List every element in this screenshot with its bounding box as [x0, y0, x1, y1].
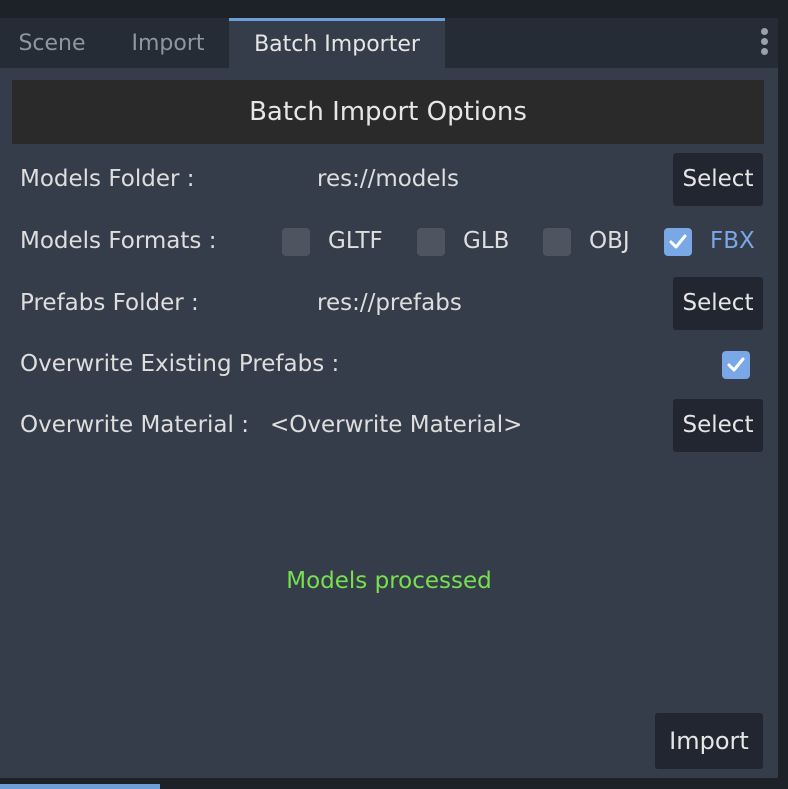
- status-message: Models processed: [286, 568, 492, 594]
- fbx-checkbox[interactable]: [664, 228, 692, 256]
- bottom-tab-indicator: [0, 784, 160, 789]
- panel-title: Batch Import Options: [12, 80, 764, 144]
- overwrite-prefabs-checkbox[interactable]: [722, 351, 750, 379]
- gltf-checkbox[interactable]: [282, 228, 310, 256]
- overwrite-material-value: <Overwrite Material>: [270, 412, 523, 438]
- overwrite-material-select-button[interactable]: Select: [673, 399, 763, 452]
- obj-checkbox[interactable]: [543, 228, 571, 256]
- batch-importer-dock: Scene Import Batch Importer Batch Import…: [0, 18, 778, 778]
- checkmark-icon: [727, 357, 745, 372]
- obj-label: OBJ: [589, 228, 630, 254]
- kebab-menu-icon[interactable]: [756, 26, 772, 60]
- gltf-label: GLTF: [328, 228, 383, 254]
- prefabs-folder-select-button[interactable]: Select: [673, 277, 763, 330]
- tab-batch-importer[interactable]: Batch Importer: [229, 18, 445, 68]
- import-button[interactable]: Import: [655, 713, 763, 769]
- prefabs-folder-value: res://prefabs: [317, 290, 462, 316]
- prefabs-folder-label: Prefabs Folder :: [20, 290, 199, 316]
- tab-bar: Scene Import Batch Importer: [0, 18, 778, 68]
- models-formats-label: Models Formats :: [20, 228, 217, 254]
- overwrite-material-label: Overwrite Material :: [20, 412, 249, 438]
- models-folder-select-button[interactable]: Select: [673, 153, 763, 206]
- models-folder-label: Models Folder :: [20, 166, 195, 192]
- glb-label: GLB: [463, 228, 510, 254]
- glb-checkbox[interactable]: [417, 228, 445, 256]
- checkmark-icon: [669, 234, 687, 249]
- models-folder-value: res://models: [317, 166, 459, 192]
- overwrite-prefabs-label: Overwrite Existing Prefabs :: [20, 351, 340, 377]
- fbx-label: FBX: [710, 228, 755, 254]
- tab-scene[interactable]: Scene: [0, 18, 104, 68]
- tab-import[interactable]: Import: [114, 18, 222, 68]
